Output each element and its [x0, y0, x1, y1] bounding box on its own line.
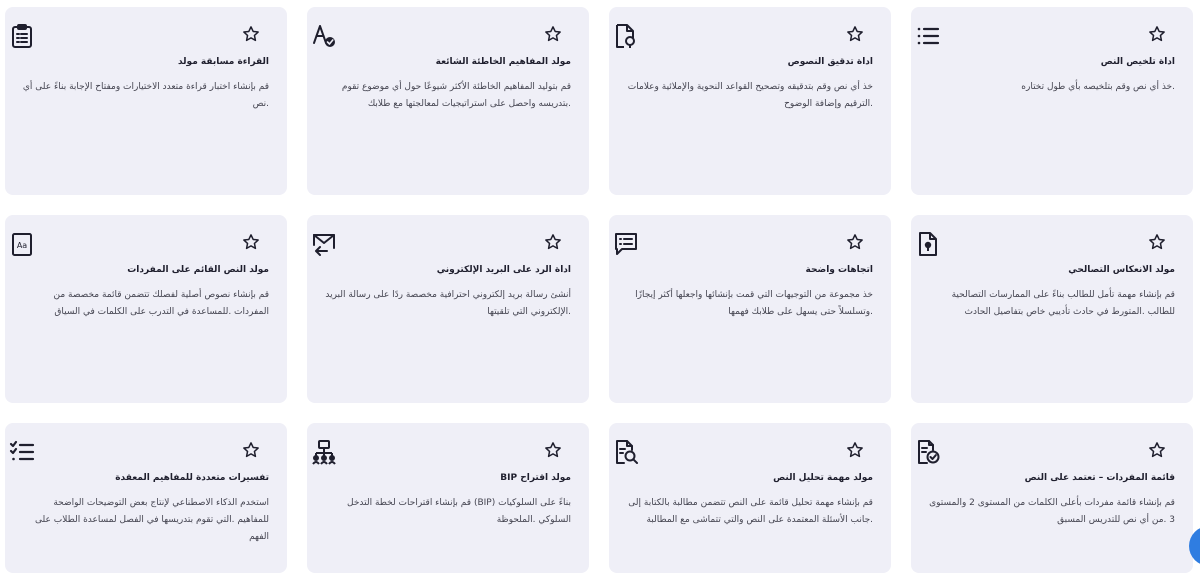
card-description: أنشئ رسالة بريد إلكتروني احترافية مخصصة … — [325, 290, 571, 317]
document-idea-icon — [915, 231, 941, 257]
star-outline-icon[interactable] — [242, 441, 260, 459]
document-magnify-icon — [613, 439, 639, 465]
card-title: مولد الانعكاس التصالحي — [1068, 265, 1175, 275]
card-title: القراءة مسابقة مولد — [177, 57, 269, 67]
card-description: قم بتوليد المفاهيم الخاطئة الأكثر شيوعًا… — [341, 82, 571, 109]
mail-reply-icon — [311, 231, 337, 257]
card-title: تفسيرات متعددة للمفاهيم المعقدة — [115, 473, 269, 483]
card-description: خذ مجموعة من التوجيهات التي قمت بإنشائها… — [635, 290, 873, 317]
star-outline-icon[interactable] — [544, 25, 562, 43]
star-outline-icon[interactable] — [242, 25, 260, 43]
document-search-icon — [613, 23, 639, 49]
tool-card[interactable]: مولد اقتراح BIP بناءً على السلوكيات (BIP… — [307, 423, 589, 573]
card-title: أداة تلخيص النص — [1100, 57, 1175, 67]
checklist-icon — [9, 439, 35, 465]
tool-card[interactable]: القراءة مسابقة مولد قم بإنشاء اختبار قرا… — [5, 7, 287, 195]
star-outline-icon[interactable] — [544, 441, 562, 459]
card-title: أداة الرد على البريد الإلكتروني — [436, 265, 571, 275]
card-title: اتجاهات واضحة — [805, 265, 873, 275]
card-description: بناءً على السلوكيات (BIP) قم بإنشاء اقتر… — [347, 498, 571, 525]
card-title: أداة تدقيق النصوص — [787, 57, 873, 67]
star-outline-icon[interactable] — [846, 25, 864, 43]
card-description: قم بإنشاء قائمة مفردات بأعلى الكلمات من … — [929, 498, 1175, 525]
card-description: قم بإنشاء اختبار قراءة متعدد الاختيارات … — [22, 82, 269, 109]
star-outline-icon[interactable] — [242, 233, 260, 251]
message-list-icon — [613, 231, 639, 257]
card-title: قائمة المفردات – تعتمد على النص — [1024, 473, 1175, 483]
tool-card[interactable]: مولد المفاهيم الخاطئة الشائعة قم بتوليد … — [307, 7, 589, 195]
star-outline-icon[interactable] — [1148, 441, 1166, 459]
card-description: .خذ أي نص وقم بتلخيصه بأي طول تختاره — [1021, 82, 1175, 92]
tool-card[interactable]: أداة تلخيص النص .خذ أي نص وقم بتلخيصه بأ… — [911, 7, 1193, 195]
star-outline-icon[interactable] — [846, 233, 864, 251]
svg-text:Aa: Aa — [17, 241, 27, 250]
clipboard-list-icon — [9, 23, 35, 49]
org-chart-icon — [311, 439, 337, 465]
tool-card[interactable]: Aa مولد النص القائم على المفردات قم بإنش… — [5, 215, 287, 403]
tool-card[interactable]: اتجاهات واضحة خذ مجموعة من التوجيهات الت… — [609, 215, 891, 403]
card-description: قم بإنشاء مهمة تحليل قائمة على النص تتضم… — [628, 498, 873, 525]
star-outline-icon[interactable] — [544, 233, 562, 251]
tool-card[interactable]: تفسيرات متعددة للمفاهيم المعقدة استخدم ا… — [5, 423, 287, 573]
document-check-icon — [915, 439, 941, 465]
tool-card[interactable]: مولد مهمة تحليل النص قم بإنشاء مهمة تحلي… — [609, 423, 891, 573]
tools-grid: أداة تلخيص النص .خذ أي نص وقم بتلخيصه بأ… — [0, 0, 1200, 573]
tool-card[interactable]: أداة الرد على البريد الإلكتروني أنشئ رسا… — [307, 215, 589, 403]
card-description: قم بإنشاء نصوص أصلية لفصلك تتضمن قائمة م… — [53, 290, 270, 317]
card-description: استخدم الذكاء الاصطناعي لإنتاج بعض التوض… — [35, 498, 269, 542]
card-title: مولد النص القائم على المفردات — [127, 265, 269, 275]
tool-card[interactable]: أداة تدقيق النصوص خذ أي نص وقم بتدقيقه و… — [609, 7, 891, 195]
list-icon — [915, 23, 941, 49]
card-title: مولد مهمة تحليل النص — [773, 473, 873, 483]
card-description: خذ أي نص وقم بتدقيقه وتصحيح القواعد النح… — [627, 82, 873, 109]
card-description: قم بإنشاء مهمة تأمل للطالب بناءً على الم… — [951, 290, 1175, 317]
card-title: مولد المفاهيم الخاطئة الشائعة — [435, 57, 571, 67]
card-title: مولد اقتراح BIP — [500, 473, 571, 483]
tool-card[interactable]: مولد الانعكاس التصالحي قم بإنشاء مهمة تأ… — [911, 215, 1193, 403]
star-outline-icon[interactable] — [1148, 233, 1166, 251]
tool-card[interactable]: قائمة المفردات – تعتمد على النص قم بإنشا… — [911, 423, 1193, 573]
star-outline-icon[interactable] — [1148, 25, 1166, 43]
star-outline-icon[interactable] — [846, 441, 864, 459]
spellcheck-icon — [311, 23, 337, 49]
text-box-icon: Aa — [9, 231, 35, 257]
